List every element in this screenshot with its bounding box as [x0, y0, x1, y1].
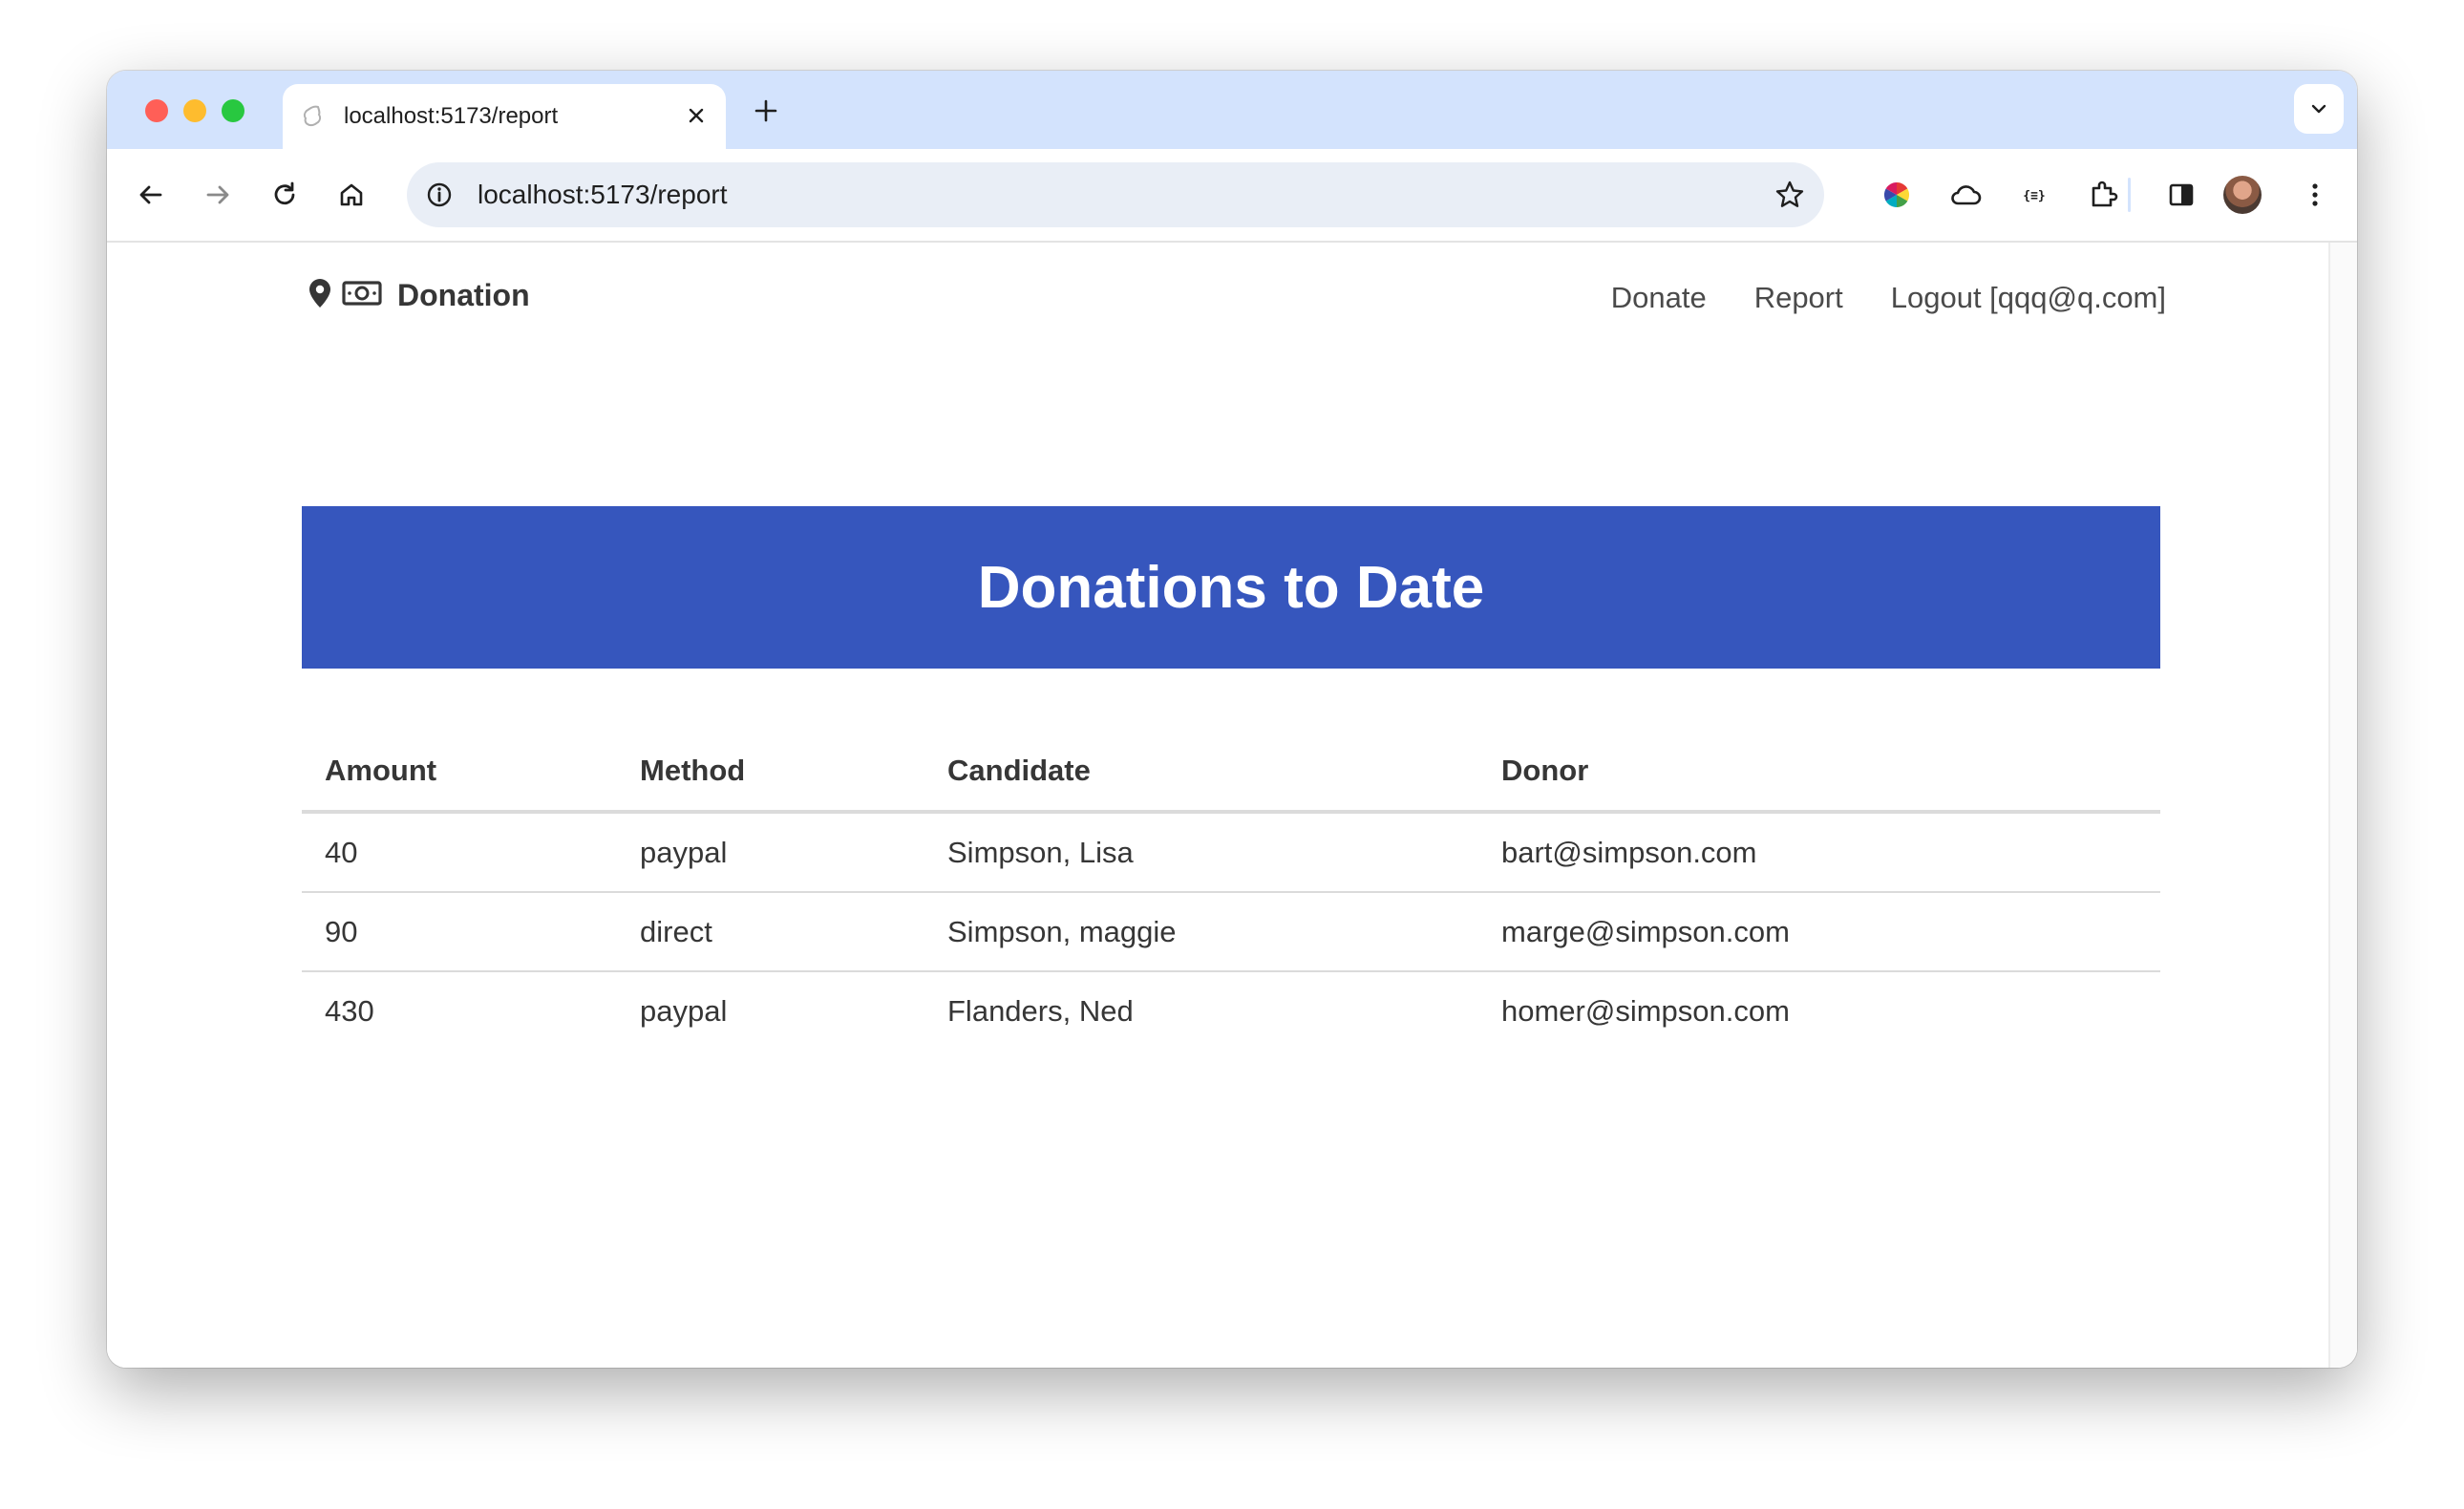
cell-method: paypal	[640, 993, 728, 1028]
page-scrollbar[interactable]	[2328, 243, 2357, 1368]
table-row: 40 paypal Simpson, Lisa bart@simpson.com	[302, 812, 2160, 893]
reload-icon[interactable]	[264, 174, 306, 216]
nav-link-report[interactable]: Report	[1754, 281, 1843, 315]
bookmark-star-icon[interactable]	[1771, 176, 1809, 214]
cell-donor: homer@simpson.com	[1501, 993, 1790, 1028]
table-row: 430 paypal Flanders, Ned homer@simpson.c…	[302, 971, 2160, 1050]
site-info-icon[interactable]	[422, 178, 457, 212]
close-tab-icon[interactable]	[680, 99, 712, 132]
maximize-window-button[interactable]	[222, 99, 244, 122]
back-icon[interactable]	[130, 174, 172, 216]
forward-icon[interactable]	[197, 174, 239, 216]
tab-strip: localhost:5173/report	[107, 71, 2357, 149]
tab-report[interactable]: localhost:5173/report	[283, 84, 726, 149]
brand-label: Donation	[397, 278, 530, 312]
cell-donor: marge@simpson.com	[1478, 892, 2160, 972]
map-marker-icon	[308, 277, 332, 314]
toolbar-separator	[2128, 178, 2131, 212]
column-header-candidate: Candidate	[924, 732, 1478, 814]
browser-window: localhost:5173/report localhost:5173/rep…	[107, 71, 2357, 1368]
nav-link-donate[interactable]: Donate	[1611, 281, 1707, 315]
page-title: Donations to Date	[977, 554, 1485, 621]
cell-candidate: Simpson, maggie	[924, 892, 1478, 972]
column-header-amount: Amount	[302, 732, 617, 814]
cell-amount: 90	[302, 892, 617, 972]
page-viewport: Donation Donate Report Logout [qqq@q.com…	[107, 243, 2357, 1368]
donations-table: Amount Method Candidate Donor 40 paypal …	[302, 732, 2160, 1050]
cell-candidate: Simpson, Lisa	[924, 812, 1478, 893]
nav-link-logout[interactable]: Logout [qqq@q.com]	[1891, 281, 2166, 315]
more-vert-icon[interactable]	[2294, 174, 2336, 216]
url-text[interactable]: localhost:5173/report	[478, 180, 728, 210]
cloud-icon[interactable]	[1944, 174, 1986, 216]
cell-donor: bart@simpson.com	[1478, 812, 2160, 893]
cell-method: direct	[617, 892, 924, 972]
color-wheel-extension-icon[interactable]	[1876, 174, 1918, 216]
cell-amount: 40	[302, 812, 617, 893]
minimize-window-button[interactable]	[183, 99, 206, 122]
side-panel-icon[interactable]	[2160, 174, 2202, 216]
column-header-method: Method	[617, 732, 924, 814]
profile-avatar[interactable]	[2223, 176, 2262, 214]
table-header-row: Amount Method Candidate Donor	[302, 732, 2160, 814]
svelte-favicon-icon	[300, 103, 327, 130]
hero-banner: Donations to Date	[302, 506, 2160, 669]
extensions-puzzle-icon[interactable]	[2082, 174, 2124, 216]
cell-candidate: Flanders, Ned	[947, 993, 1134, 1028]
top-navbar: Donation Donate Report Logout [qqq@q.com…	[308, 271, 2166, 329]
browser-toolbar: localhost:5173/report {≡}	[107, 149, 2357, 243]
column-header-donor: Donor	[1478, 732, 2160, 814]
new-tab-icon[interactable]	[747, 92, 785, 130]
home-icon[interactable]	[330, 174, 372, 216]
address-bar[interactable]: localhost:5173/report	[407, 162, 1824, 227]
table-row: 90 direct Simpson, maggie marge@simpson.…	[302, 892, 2160, 972]
cell-method: paypal	[617, 812, 924, 893]
brand[interactable]: Donation	[308, 277, 530, 314]
close-window-button[interactable]	[145, 99, 168, 122]
money-bill-icon	[342, 280, 382, 311]
tab-title: localhost:5173/report	[344, 103, 559, 129]
svg-text:{≡}: {≡}	[2023, 189, 2045, 203]
json-formatter-icon[interactable]: {≡}	[2013, 174, 2055, 216]
tab-search-chevron-icon[interactable]	[2294, 84, 2344, 134]
cell-amount: 430	[325, 993, 374, 1028]
nav-links: Donate Report Logout [qqq@q.com]	[1611, 281, 2166, 315]
